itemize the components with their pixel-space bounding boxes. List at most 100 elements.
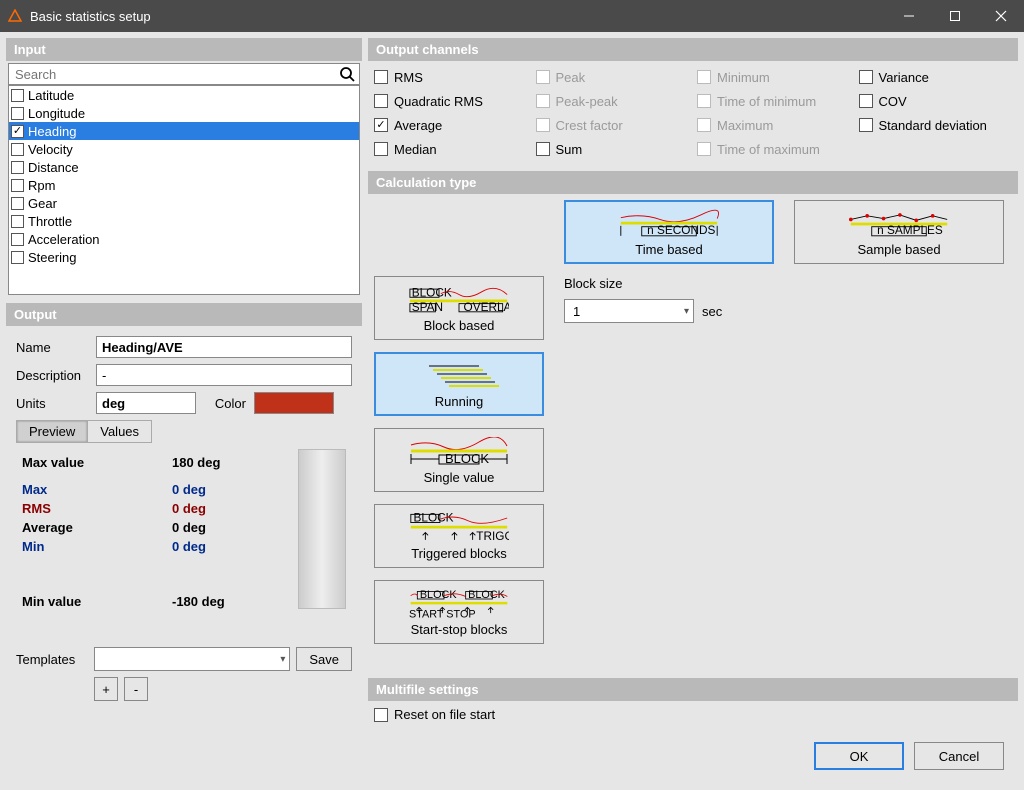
output-channel-item: Peak xyxy=(536,67,690,87)
tab-preview[interactable]: Preview xyxy=(17,421,88,442)
channel-checkbox[interactable] xyxy=(11,89,24,102)
channel-checkbox[interactable] xyxy=(11,107,24,120)
channel-name: Latitude xyxy=(28,88,74,103)
output-channel-item[interactable]: Median xyxy=(374,139,528,159)
max-value: 180 deg xyxy=(172,455,252,470)
units-input[interactable] xyxy=(96,392,196,414)
color-swatch[interactable] xyxy=(254,392,334,414)
output-channel-checkbox xyxy=(536,70,550,84)
svg-text:n SAMPLES: n SAMPLES xyxy=(877,223,943,237)
ok-button[interactable]: OK xyxy=(814,742,904,770)
output-channel-checkbox[interactable] xyxy=(374,142,388,156)
output-channel-label: Median xyxy=(394,142,437,157)
output-channel-checkbox[interactable] xyxy=(374,94,388,108)
minimize-button[interactable] xyxy=(886,0,932,32)
calc-block-based[interactable]: BLOCKSPANOVERLAP Block based xyxy=(374,276,544,340)
channel-checkbox[interactable] xyxy=(11,251,24,264)
calc-triggered[interactable]: BLOCKTRIGGERS Triggered blocks xyxy=(374,504,544,568)
chevron-down-icon: ▾ xyxy=(280,654,285,665)
reset-checkbox[interactable] xyxy=(374,708,388,722)
channel-list[interactable]: LatitudeLongitudeHeadingVelocityDistance… xyxy=(8,85,360,295)
channel-item[interactable]: Acceleration xyxy=(9,230,359,248)
output-channel-checkbox[interactable] xyxy=(374,70,388,84)
cancel-button[interactable]: Cancel xyxy=(914,742,1004,770)
channel-item[interactable]: Distance xyxy=(9,158,359,176)
search-input-wrap[interactable] xyxy=(8,63,360,85)
color-label: Color xyxy=(196,396,246,411)
window: Basic statistics setup Input xyxy=(0,0,1024,790)
rms-label: RMS xyxy=(22,501,172,516)
output-channel-item[interactable]: Quadratic RMS xyxy=(374,91,528,111)
reset-label: Reset on file start xyxy=(394,707,495,722)
preview-panel: Max value180 deg Max0 deg RMS0 deg Avera… xyxy=(16,443,352,633)
chevron-down-icon: ▾ xyxy=(684,306,689,317)
output-channel-checkbox[interactable] xyxy=(859,94,873,108)
block-size-unit: sec xyxy=(702,304,722,319)
output-channel-item[interactable]: COV xyxy=(859,91,1013,111)
channel-item[interactable]: Gear xyxy=(9,194,359,212)
channel-item[interactable]: Rpm xyxy=(9,176,359,194)
channel-name: Rpm xyxy=(28,178,55,193)
output-channel-item[interactable]: Standard deviation xyxy=(859,115,1013,135)
min-value: -180 deg xyxy=(172,594,252,609)
output-channel-label: Variance xyxy=(879,70,929,85)
block-size-input[interactable]: 1 ▾ xyxy=(564,299,694,323)
input-header: Input xyxy=(6,38,362,61)
channel-item[interactable]: Steering xyxy=(9,248,359,266)
output-channel-item[interactable]: Average xyxy=(374,115,528,135)
output-channels-grid: RMS Peak Minimum Variance Quadratic RMS Peak-… xyxy=(368,61,1018,165)
channel-checkbox[interactable] xyxy=(11,143,24,156)
output-channel-label: Peak-peak xyxy=(556,94,618,109)
name-label: Name xyxy=(16,340,96,355)
channel-checkbox[interactable] xyxy=(11,179,24,192)
output-channel-item[interactable]: RMS xyxy=(374,67,528,87)
calc-time-based[interactable]: n SECONDS Time based xyxy=(564,200,774,264)
output-channel-label: RMS xyxy=(394,70,423,85)
channel-item[interactable]: Heading xyxy=(9,122,359,140)
calc-sample-based[interactable]: n SAMPLES Sample based xyxy=(794,200,1004,264)
calc-start-stop[interactable]: BLOCKBLOCKSTART STOP Start-stop blocks xyxy=(374,580,544,644)
app-icon xyxy=(8,9,22,23)
calc-single-value[interactable]: BLOCK Single value xyxy=(374,428,544,492)
name-input[interactable] xyxy=(96,336,352,358)
search-input[interactable] xyxy=(9,64,339,84)
output-channel-item[interactable]: Sum xyxy=(536,139,690,159)
output-channel-item[interactable]: Variance xyxy=(859,67,1013,87)
output-channel-label: Minimum xyxy=(717,70,770,85)
channel-checkbox[interactable] xyxy=(11,233,24,246)
channel-item[interactable]: Velocity xyxy=(9,140,359,158)
output-channel-checkbox xyxy=(697,142,711,156)
channel-item[interactable]: Throttle xyxy=(9,212,359,230)
desc-input[interactable] xyxy=(96,364,352,386)
channel-item[interactable]: Latitude xyxy=(9,86,359,104)
close-button[interactable] xyxy=(978,0,1024,32)
output-channel-checkbox[interactable] xyxy=(859,118,873,132)
templates-dropdown[interactable]: ▾ xyxy=(94,647,290,671)
channel-item[interactable]: Longitude xyxy=(9,104,359,122)
channel-checkbox[interactable] xyxy=(11,197,24,210)
channel-checkbox[interactable] xyxy=(11,125,24,138)
output-channel-item: Time of minimum xyxy=(697,91,851,111)
output-channels-header: Output channels xyxy=(368,38,1018,61)
output-channel-label: Average xyxy=(394,118,442,133)
output-channel-checkbox[interactable] xyxy=(536,142,550,156)
titlebar: Basic statistics setup xyxy=(0,0,1024,32)
calc-running[interactable]: Running xyxy=(374,352,544,416)
channel-checkbox[interactable] xyxy=(11,215,24,228)
output-channel-checkbox xyxy=(536,118,550,132)
output-channel-checkbox[interactable] xyxy=(859,70,873,84)
maximize-button[interactable] xyxy=(932,0,978,32)
output-channel-checkbox xyxy=(536,94,550,108)
channel-checkbox[interactable] xyxy=(11,161,24,174)
output-channel-checkbox[interactable] xyxy=(374,118,388,132)
save-button[interactable]: Save xyxy=(296,647,352,671)
block-size-label: Block size xyxy=(564,276,1012,291)
add-template-button[interactable]: + xyxy=(94,677,118,701)
channel-name: Steering xyxy=(28,250,76,265)
window-title: Basic statistics setup xyxy=(30,9,151,24)
output-channel-item: Crest factor xyxy=(536,115,690,135)
tab-values[interactable]: Values xyxy=(88,421,151,442)
units-label: Units xyxy=(16,396,96,411)
svg-text:BLOCK: BLOCK xyxy=(468,589,505,601)
remove-template-button[interactable]: - xyxy=(124,677,148,701)
